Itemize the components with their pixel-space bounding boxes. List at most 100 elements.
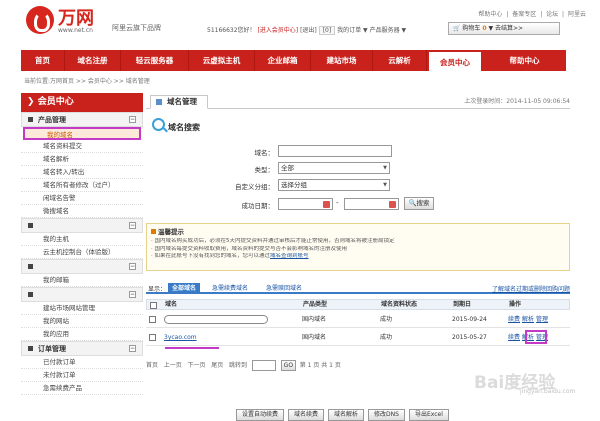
- search-button[interactable]: 🔍搜索: [404, 197, 434, 210]
- sidebar-item-my-mail[interactable]: 我的邮箱: [21, 274, 143, 287]
- sidebar-item-my-apps[interactable]: 我的应用: [21, 328, 143, 341]
- date-end-input[interactable]: [344, 198, 399, 210]
- sidebar-item-cloud-console[interactable]: 云主机控制台（体验版）: [21, 246, 143, 259]
- nav-help-center[interactable]: 帮助中心: [483, 50, 566, 71]
- domain-input[interactable]: [278, 145, 392, 157]
- sidebar-group-orders[interactable]: 订单管理 −: [21, 341, 143, 356]
- tip-link[interactable]: 域名查询到账号: [270, 253, 309, 259]
- top-link-beian[interactable]: 备案专区: [512, 11, 536, 18]
- message-count[interactable]: [0]: [318, 26, 336, 35]
- sidebar: ❯ 会员中心 产品管理 − 我的域名 域名资料提交 域名解析 域名转入/转出 域名…: [21, 93, 143, 416]
- collapse-icon[interactable]: −: [129, 222, 136, 229]
- nav-cloud-dns[interactable]: 云解析: [373, 50, 427, 71]
- page-tab-bar: 域名管理 上次登录时间：2014-11-05 09:06:54: [146, 93, 570, 109]
- col-status: 域名资料状态: [381, 301, 418, 308]
- domain-link[interactable]: 3ycao.com: [164, 329, 197, 346]
- nav-virtual-host[interactable]: 云虚拟主机: [189, 50, 255, 71]
- dns-button[interactable]: 域名解析: [328, 409, 365, 421]
- sidebar-title: ❯ 会员中心: [21, 93, 143, 112]
- calendar-icon[interactable]: [323, 201, 330, 208]
- domain-row: 域名：: [146, 145, 570, 159]
- pager-prev[interactable]: 上一页: [164, 362, 182, 369]
- sidebar-group-products[interactable]: 产品管理 −: [21, 112, 143, 127]
- sidebar-item-domain-transfer[interactable]: 域名转入/转出: [21, 166, 143, 179]
- top-link-aliyun[interactable]: 阿里云: [568, 11, 586, 18]
- sidebar-item-paid-orders[interactable]: 已付款订单: [21, 356, 143, 369]
- renew-button[interactable]: 域名续费: [288, 409, 325, 421]
- top-link-forum[interactable]: 论坛: [546, 11, 558, 18]
- sidebar-item-my-website[interactable]: 我的网站: [21, 315, 143, 328]
- export-excel-button[interactable]: 导出Excel: [408, 409, 449, 421]
- pager-next[interactable]: 下一页: [188, 362, 206, 369]
- sidebar-item-site-market[interactable]: 建站市场网站管理: [21, 302, 143, 315]
- tab-all-domains[interactable]: 全部域名: [168, 283, 201, 294]
- sidebar-item-domain-alert[interactable]: 闲域名告警: [21, 192, 143, 205]
- product-service-link[interactable]: 产品服务器: [370, 27, 400, 34]
- sidebar-item-renew-products[interactable]: 急需续费产品: [21, 382, 143, 395]
- tip-icon: [151, 229, 156, 234]
- collapse-icon[interactable]: −: [129, 263, 136, 270]
- sidebar-item-unpaid-orders[interactable]: 未付款订单: [21, 369, 143, 382]
- sidebar-item-domain-info[interactable]: 域名资料提交: [21, 140, 143, 153]
- dns-link[interactable]: 解析: [522, 334, 534, 341]
- date-label: 成功日期：: [241, 202, 275, 210]
- tab-renew-domains[interactable]: 急需续费域名: [208, 283, 252, 294]
- auto-renew-button[interactable]: 设置自动续费: [236, 409, 285, 421]
- sidebar-item-owner-change[interactable]: 域名所有者修改（过户）: [21, 179, 143, 192]
- type-cell: 国内域名: [302, 316, 327, 323]
- manage-link[interactable]: 管理: [536, 334, 548, 341]
- checkout-link[interactable]: 去结算>>: [495, 25, 523, 32]
- renew-link[interactable]: 续费: [508, 334, 520, 341]
- select-all-checkbox[interactable]: [150, 302, 157, 309]
- tip-line: · 国内域名每提交资料收取费用，域名资料的提交与否不会影响域名的注册及使用: [151, 245, 347, 252]
- col-domain: 域名: [165, 301, 178, 308]
- go-button[interactable]: GO: [280, 360, 296, 371]
- top-link-help[interactable]: 帮助中心: [478, 11, 502, 18]
- tab-redeem-domains[interactable]: 急需赎回域名: [262, 283, 306, 294]
- pager-last[interactable]: 尾页: [211, 362, 223, 369]
- sidebar-item-domain-dns[interactable]: 域名解析: [21, 153, 143, 166]
- my-orders-link[interactable]: 我的订单: [337, 27, 361, 34]
- nav-cloud-server[interactable]: 轻云服务器: [121, 50, 189, 71]
- logo-icon[interactable]: [26, 6, 54, 34]
- sidebar-group-site[interactable]: −: [21, 287, 143, 302]
- bottom-actions: 设置自动续费 域名续费 域名解析 修改DNS 导出Excel: [236, 409, 453, 421]
- expire-help-link[interactable]: 了解域名过期或删除回购问题: [492, 284, 570, 293]
- dns-link[interactable]: 解析: [522, 316, 534, 323]
- nav-site-market[interactable]: 建站市场: [311, 50, 373, 71]
- tab-domain-management[interactable]: 域名管理: [150, 95, 208, 109]
- group-select[interactable]: 选择分组: [278, 179, 390, 191]
- enter-member-center-link[interactable]: [进入会员中心]: [257, 27, 298, 34]
- page-number-input[interactable]: [251, 360, 276, 371]
- collapse-icon[interactable]: −: [129, 345, 136, 352]
- nav-member-center[interactable]: 会员中心: [427, 50, 483, 71]
- manage-link[interactable]: 管理: [536, 316, 548, 323]
- renew-link[interactable]: 续费: [508, 316, 520, 323]
- cart-icon: 🛒: [453, 25, 461, 32]
- cart-button[interactable]: 🛒 购物车 0 ▼ 去结算>>: [448, 22, 560, 35]
- sidebar-item-my-domains[interactable]: 我的域名: [23, 127, 141, 140]
- ops-cell: 续费 解析 管理: [508, 311, 550, 328]
- search-title: 域名搜索: [168, 123, 200, 132]
- nav-home[interactable]: 首页: [21, 50, 65, 71]
- logout-link[interactable]: [退出]: [300, 27, 317, 34]
- table-header: 域名 产品类型 域名资料状态 到期日 操作: [146, 299, 570, 310]
- date-start-input[interactable]: [278, 198, 333, 210]
- sidebar-item-weisou-domain[interactable]: 微搜域名: [21, 205, 143, 218]
- domain-cell-redacted: [164, 315, 268, 324]
- collapse-icon[interactable]: −: [129, 291, 136, 298]
- nav-enterprise-mail[interactable]: 企业邮箱: [255, 50, 311, 71]
- collapse-icon[interactable]: −: [129, 116, 136, 123]
- pager-first[interactable]: 首页: [146, 362, 158, 369]
- row-checkbox[interactable]: [149, 334, 156, 341]
- calendar-icon[interactable]: [389, 201, 396, 208]
- row-checkbox[interactable]: [149, 316, 156, 323]
- sidebar-group-host[interactable]: −: [21, 218, 143, 233]
- type-cell: 国内域名: [302, 334, 327, 341]
- type-select[interactable]: 全部: [278, 162, 390, 174]
- modify-dns-button[interactable]: 修改DNS: [368, 409, 405, 421]
- tip-line: · 如果在此账号下没有找到您的域名，您可以通过域名查询到账号: [151, 253, 309, 259]
- sidebar-group-mail[interactable]: −: [21, 259, 143, 274]
- nav-domain-register[interactable]: 域名注册: [65, 50, 121, 71]
- sidebar-item-my-host[interactable]: 我的主机: [21, 233, 143, 246]
